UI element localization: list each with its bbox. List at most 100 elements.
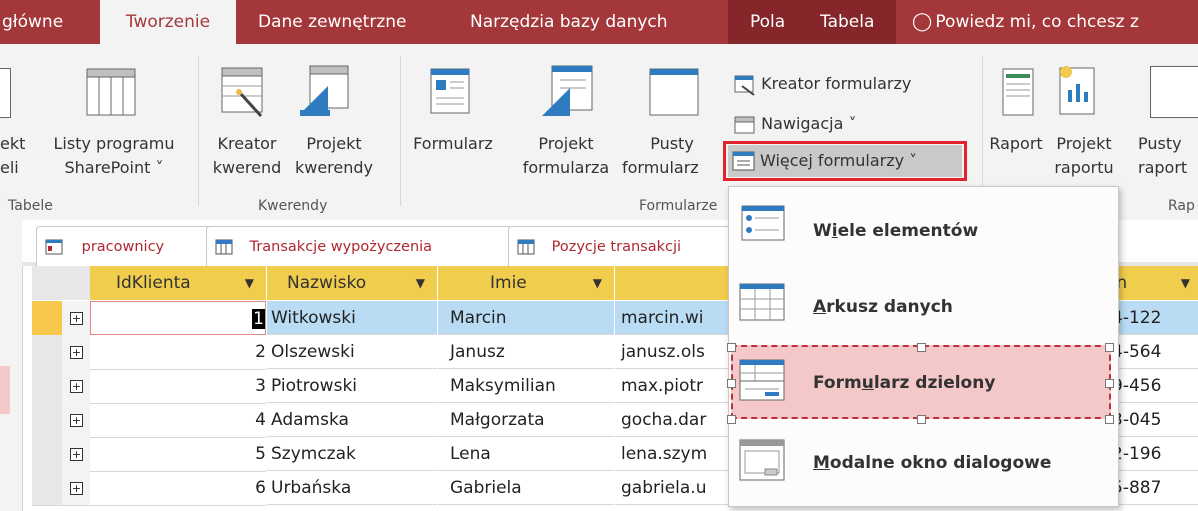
blank-report-label-2[interactable]: raport [1138,156,1187,180]
table-design-icon[interactable] [0,68,11,118]
chevron-down-icon[interactable]: ▼ [416,266,425,300]
row-selector[interactable] [32,301,62,336]
form-design-icon[interactable] [540,64,594,118]
navigation-button[interactable]: Nawigacja ˅ [734,112,857,138]
report-design-label-2[interactable]: raportu [1044,156,1124,180]
menu-item-split-form[interactable]: Formularz dzielony [729,347,1118,421]
menu-item-multiple-items[interactable]: Wiele elementów [729,195,1118,269]
tab-fields[interactable]: Pola [750,0,785,44]
cell-idklienta[interactable]: 2 [90,335,266,370]
navigation-icon [734,116,755,133]
cell-idklienta[interactable]: 5 [90,437,266,472]
group-forms-label: Formularze [639,198,718,214]
tell-me-box[interactable]: ◯ Powiedz mi, co chcesz z [912,0,1139,44]
table-tab-icon [517,239,535,255]
cell-nazwisko[interactable]: Urbańska [267,471,437,505]
query-wizard-label-1[interactable]: Kreator [206,132,288,156]
cell-imie[interactable]: Janusz [438,335,614,369]
menu-item-datasheet[interactable]: Arkusz danych [729,271,1118,345]
blank-report-label-1[interactable]: Pusty [1138,132,1182,156]
lightbulb-icon: ◯ [912,11,933,32]
cell-nazwisko[interactable]: Olszewski [267,335,437,369]
blank-report-icon[interactable] [1150,66,1198,118]
sharepoint-list-icon[interactable] [86,68,136,116]
form-design-label-1[interactable]: Projekt [512,132,620,156]
cell-imie[interactable]: Lena [438,437,614,471]
chevron-down-icon[interactable]: ▼ [593,266,602,300]
report-design-label-1[interactable]: Projekt [1044,132,1124,156]
row-selector[interactable] [32,403,62,438]
expand-plus-icon[interactable]: + [70,312,83,325]
sharepoint-lists-button[interactable]: Listy programu [40,132,188,156]
cell-value: 6 [255,478,266,498]
cell-imie[interactable]: Gabriela [438,471,614,505]
row-selector[interactable] [32,335,62,370]
cell-value: 2 [255,342,266,362]
chevron-down-icon[interactable]: ▼ [245,266,254,300]
blank-form-label-2[interactable]: formularz [622,156,722,180]
column-header-idklienta[interactable]: IdKlienta ▼ [90,266,267,300]
datasheet-icon [739,283,785,321]
form-wizard-button[interactable]: Kreator formularzy [734,72,911,98]
tab-home[interactable]: główne [0,0,82,44]
query-design-icon[interactable] [298,64,350,118]
blank-form-icon[interactable] [649,68,699,116]
expand-plus-icon[interactable]: + [70,346,83,359]
more-forms-button[interactable]: Więcej formularzy ˅ [728,145,962,177]
column-header-nazwisko[interactable]: Nazwisko ▼ [267,266,438,300]
tab-table[interactable]: Tabela [820,0,874,44]
cell-imie[interactable]: Małgorzata [438,403,614,437]
sharepoint-lists-label-2[interactable]: SharePoint ˅ [40,156,188,180]
cell-nazwisko[interactable]: Piotrowski [267,369,437,403]
menu-item-modal-dialog[interactable]: Modalne okno dialogowe [729,427,1118,501]
form-design-label-2[interactable]: formularza [512,156,620,180]
expand-plus-icon[interactable]: + [70,380,83,393]
cell-idklienta[interactable]: 6 [90,471,266,506]
menu-label: Formularz dzielony [813,373,996,393]
blank-form-label-1[interactable]: Pusty [622,132,722,156]
cell-value: 4 [255,410,266,430]
query-wizard-label-2[interactable]: kwerend [206,156,288,180]
form-button[interactable]: Formularz [408,132,498,156]
select-all-corner[interactable] [32,266,91,300]
cell-idklienta[interactable]: 1 [90,301,266,335]
row-selector[interactable] [32,437,62,472]
doc-tab-pozycje[interactable]: Pozycje transakcji [508,226,738,267]
column-header-label: Imie [490,273,527,293]
expand-plus-icon[interactable]: + [70,482,83,495]
doc-tab-transakcje[interactable]: Transakcje wypożyczenia [206,226,512,267]
group-reports-label: Rap [1168,198,1195,214]
report-design-icon[interactable] [1056,62,1096,116]
navigation-label: Nawigacja ˅ [761,114,857,133]
expand-plus-icon[interactable]: + [70,448,83,461]
form-wizard-label: Kreator formularzy [761,74,912,93]
form-icon[interactable] [430,68,470,114]
query-design-label-2[interactable]: kwerendy [290,156,378,180]
modal-dialog-icon [739,439,785,481]
row-selector[interactable] [32,471,62,506]
column-header-imie[interactable]: Imie ▼ [438,266,615,300]
expand-plus-icon[interactable]: + [70,414,83,427]
chevron-down-icon[interactable]: ▼ [1181,266,1190,300]
column-header-label: Nazwisko [287,273,367,293]
group-queries-label: Kwerendy [258,198,328,214]
row-selector[interactable] [32,369,62,404]
cell-imie[interactable]: Maksymilian [438,369,614,403]
query-design-label-1[interactable]: Projekt [290,132,378,156]
cell-imie[interactable]: Marcin [438,301,614,335]
tab-create[interactable]: Tworzenie [100,0,236,44]
table-design-label-2[interactable]: eli [0,156,19,180]
report-icon[interactable] [1002,68,1034,116]
table-design-label-1[interactable]: ekt [0,132,25,156]
tab-database-tools[interactable]: Narzędzia bazy danych [470,0,668,44]
doc-tab-pracownicy[interactable]: pracownicy [36,226,212,267]
cell-value: 5 [255,444,266,464]
query-wizard-icon[interactable] [221,64,269,118]
tab-external-data[interactable]: Dane zewnętrzne [258,0,406,44]
cell-nazwisko[interactable]: Adamska [267,403,437,437]
cell-nazwisko[interactable]: Szymczak [267,437,437,471]
cell-idklienta[interactable]: 3 [90,369,266,404]
cell-idklienta[interactable]: 4 [90,403,266,438]
cell-nazwisko[interactable]: Witkowski [267,301,437,335]
report-button[interactable]: Raport [984,132,1048,156]
